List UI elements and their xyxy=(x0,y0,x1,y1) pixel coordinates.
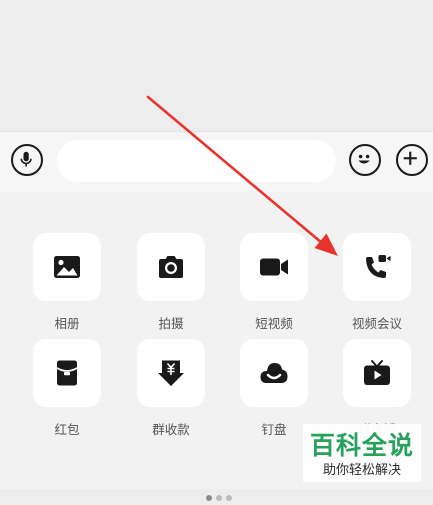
tile-box[interactable] xyxy=(343,233,411,301)
more-functions-button[interactable] xyxy=(396,144,428,176)
smiley-icon xyxy=(358,154,370,164)
page-dot xyxy=(226,495,232,501)
watermark-title: 百科全说 xyxy=(309,431,414,460)
short-video-tile[interactable]: 短视频 xyxy=(240,233,310,333)
tv-play-icon xyxy=(364,360,390,385)
emoji-button[interactable] xyxy=(349,144,381,176)
tile-box[interactable] xyxy=(137,339,205,407)
tile-box[interactable] xyxy=(137,233,205,301)
ding-drive-tile[interactable]: 钉盘 xyxy=(240,339,310,439)
microphone-icon xyxy=(20,151,32,167)
tile-label: 红包 xyxy=(54,422,80,437)
watermark: 百科全说 助你轻松解决 xyxy=(303,424,421,482)
chat-input-bar xyxy=(0,131,433,192)
tile-box[interactable] xyxy=(240,339,308,407)
album-tile[interactable]: 相册 xyxy=(33,233,103,333)
watermark-subtitle: 助你轻松解决 xyxy=(322,463,401,478)
video-meeting-tile[interactable]: 视频会议 xyxy=(343,233,413,333)
tile-box[interactable] xyxy=(33,339,101,407)
cloud-drive-icon xyxy=(260,363,288,383)
message-input[interactable] xyxy=(57,140,336,182)
group-collection-tile[interactable]: 群收款 xyxy=(137,339,207,439)
voice-input-button[interactable] xyxy=(11,144,43,176)
tile-label: 视频会议 xyxy=(351,316,402,331)
page-dot xyxy=(216,495,222,501)
plus-icon xyxy=(403,151,417,165)
tile-box[interactable] xyxy=(240,233,308,301)
tile-label: 拍摄 xyxy=(158,316,184,331)
phone-video-icon xyxy=(366,255,391,278)
red-packet-icon xyxy=(56,360,78,386)
camera-tile[interactable]: 拍摄 xyxy=(137,233,207,333)
red-packet-tile[interactable]: 红包 xyxy=(33,339,103,439)
photo-icon xyxy=(54,256,80,278)
tile-label: 群收款 xyxy=(152,422,190,437)
camera-icon xyxy=(159,256,183,278)
tile-box[interactable] xyxy=(343,339,411,407)
page-dot xyxy=(206,495,212,501)
tile-box[interactable] xyxy=(33,233,101,301)
video-camera-icon xyxy=(260,258,288,276)
tile-label: 相册 xyxy=(54,316,80,331)
yuan-collect-icon xyxy=(158,360,184,386)
tile-label: 短视频 xyxy=(255,316,293,331)
chat-message-area xyxy=(0,0,433,131)
